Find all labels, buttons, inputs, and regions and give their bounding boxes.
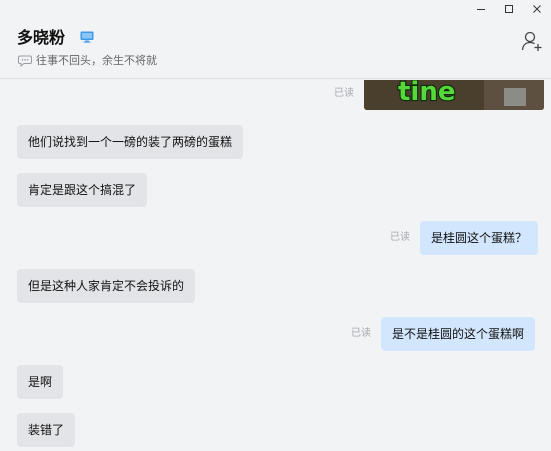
computer-online-icon [80,31,94,43]
read-status: 已读 [334,88,354,99]
chat-window: 多晓粉 往事不回头，余生不将就 已读 tine 他们说找到一个一磅的装了两磅的蛋… [0,0,551,451]
message-list[interactable]: 已读 tine 他们说找到一个一磅的装了两磅的蛋糕 肯定是跟这个搞混了 已读 是… [0,80,551,451]
signature-line: 往事不回头，余生不将就 [18,54,157,68]
minimize-button[interactable] [467,0,495,18]
contact-name[interactable]: 多晓粉 [17,28,65,48]
close-icon [533,5,541,13]
message-bubble-incoming[interactable]: 他们说找到一个一磅的装了两磅的蛋糕 [17,125,244,159]
read-status: 已读 [351,328,371,339]
message-bubble-incoming[interactable]: 但是这种人家肯定不会投诉的 [17,269,196,303]
image-message-overlay-text: tine [398,80,455,107]
message-bubble-incoming[interactable]: 肯定是跟这个搞混了 [17,173,148,207]
minimize-icon [477,9,485,10]
message-bubble-outgoing[interactable]: 是桂圆这个蛋糕？ [420,221,539,255]
window-controls [467,0,551,18]
maximize-icon [505,5,513,13]
message-bubble-outgoing[interactable]: 是不是桂圆的这个蛋糕啊 [381,317,536,351]
image-message[interactable]: tine [364,80,544,110]
add-friend-icon[interactable] [521,30,543,52]
close-button[interactable] [523,0,551,18]
chat-header: 多晓粉 往事不回头，余生不将就 [0,0,551,79]
speech-bubble-icon [18,55,32,67]
signature-text: 往事不回头，余生不将就 [36,54,157,67]
message-bubble-incoming[interactable]: 是啊 [17,365,64,399]
maximize-button[interactable] [495,0,523,18]
image-message-picture: tine [364,80,544,110]
read-status: 已读 [390,232,410,243]
message-bubble-incoming[interactable]: 装错了 [17,413,76,447]
